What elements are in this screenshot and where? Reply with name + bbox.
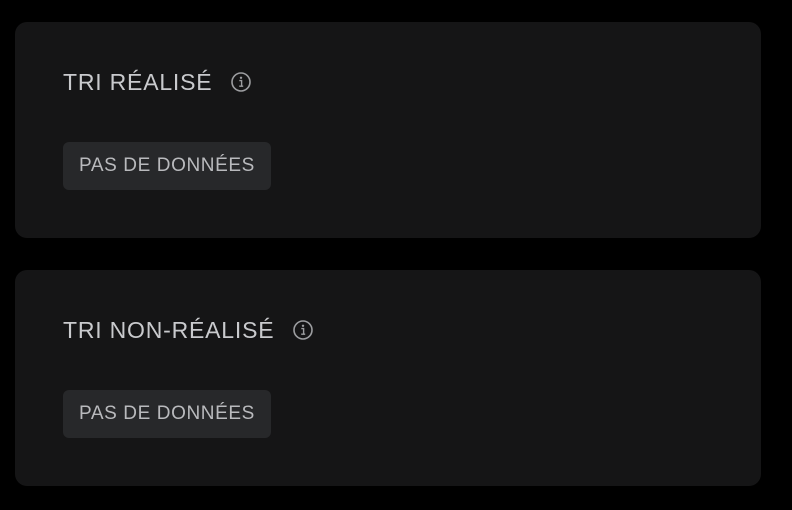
card-tri-realise: TRI RÉALISÉ PAS DE DONNÉES [15,22,761,238]
status-badge: PAS DE DONNÉES [63,390,271,438]
card-tri-non-realise: TRI NON-RÉALISÉ PAS DE DONNÉES [15,270,761,486]
info-circle-icon[interactable] [230,71,252,93]
card-title: TRI RÉALISÉ [63,69,213,95]
status-badge: PAS DE DONNÉES [63,142,271,190]
page: TRI RÉALISÉ PAS DE DONNÉES TRI NON-RÉALI… [0,0,792,510]
status-badge-label: PAS DE DONNÉES [79,155,255,176]
card-header: TRI NON-RÉALISÉ [63,314,314,346]
info-circle-icon[interactable] [292,319,314,341]
status-badge-label: PAS DE DONNÉES [79,403,255,424]
card-title: TRI NON-RÉALISÉ [63,317,275,343]
card-header: TRI RÉALISÉ [63,66,252,98]
